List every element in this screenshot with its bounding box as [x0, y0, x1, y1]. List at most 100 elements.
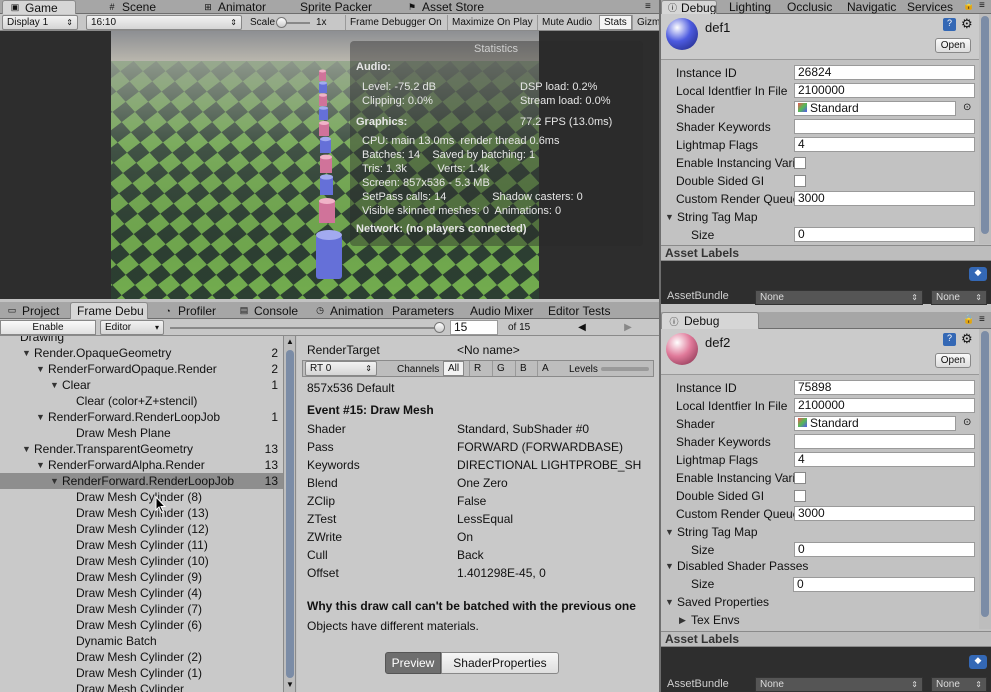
tab-audio-mixer[interactable]: Audio Mixer: [464, 302, 539, 319]
stats-toggle[interactable]: Stats: [599, 15, 632, 30]
object-picker-icon[interactable]: ⊙: [963, 417, 971, 428]
field-value[interactable]: 2100000: [794, 398, 975, 413]
checkbox[interactable]: [794, 175, 806, 187]
tree-row[interactable]: ▼ Clear 1: [0, 377, 283, 393]
string-tag-map-foldout[interactable]: ▼ String Tag Map: [665, 208, 758, 226]
tree-row[interactable]: Draw Mesh Cylinder: [0, 681, 283, 692]
help-icon[interactable]: ?: [943, 18, 956, 31]
channel-a-button[interactable]: A: [537, 361, 553, 376]
scale-slider-thumb[interactable]: [276, 17, 287, 28]
channel-r-button[interactable]: R: [469, 361, 485, 376]
tab-asset-store[interactable]: ⚑ Asset Store: [400, 0, 490, 14]
tree-row[interactable]: ▼ RenderForwardAlpha.Render 13: [0, 457, 283, 473]
enable-button[interactable]: Enable: [0, 320, 96, 335]
field-value[interactable]: [794, 434, 975, 449]
asset-labels-header[interactable]: Asset Labels: [661, 631, 991, 647]
frame-slider[interactable]: [170, 322, 445, 333]
field-value[interactable]: 4: [794, 137, 975, 152]
field-value[interactable]: 4: [794, 452, 975, 467]
prev-frame-button[interactable]: ◀: [572, 320, 592, 335]
foldout-arrow-icon[interactable]: ▼: [22, 348, 34, 358]
levels-slider[interactable]: [601, 367, 649, 371]
inspector1-scrollbar[interactable]: [979, 14, 991, 244]
scroll-down-icon[interactable]: ▼: [286, 680, 294, 689]
tree-row[interactable]: ▼ Render.TransparentGeometry 13: [0, 441, 283, 457]
tree-row[interactable]: Drawing: [0, 336, 283, 345]
label-tag-icon[interactable]: ◆: [969, 655, 987, 669]
tab-animation[interactable]: ◷ Animation: [308, 302, 389, 319]
channel-g-button[interactable]: G: [492, 361, 509, 376]
frame-debugger-toggle[interactable]: Frame Debugger On: [345, 15, 446, 30]
tree-row[interactable]: Draw Mesh Cylinder (4): [0, 585, 283, 601]
inspector2-scroll-thumb[interactable]: [981, 331, 989, 617]
asset-labels-header[interactable]: Asset Labels: [661, 245, 991, 261]
tab-animator[interactable]: ⊞ Animator: [196, 0, 272, 14]
inspector1-scroll-thumb[interactable]: [981, 16, 989, 234]
tree-row[interactable]: ▼ RenderForward.RenderLoopJob 1: [0, 409, 283, 425]
tab-debug[interactable]: ⓘ Debug: [661, 0, 717, 15]
tree-row[interactable]: ▼ RenderForwardOpaque.Render 2: [0, 361, 283, 377]
channel-b-button[interactable]: B: [515, 361, 531, 376]
tree-row[interactable]: Draw Mesh Cylinder (2): [0, 649, 283, 665]
preview-tab[interactable]: Preview: [385, 652, 441, 674]
scale-slider[interactable]: [276, 17, 310, 28]
tree-row[interactable]: Draw Mesh Plane: [0, 425, 283, 441]
field-value[interactable]: 2100000: [794, 83, 975, 98]
assetbundle-variant-select[interactable]: None ⇕: [931, 677, 987, 692]
tree-scrollbar[interactable]: ▲ ▼: [284, 336, 296, 692]
render-queue-input[interactable]: 3000: [794, 191, 975, 206]
help-icon[interactable]: ?: [943, 333, 956, 346]
object-picker-icon[interactable]: ⊙: [963, 102, 971, 113]
tree-row[interactable]: Draw Mesh Cylinder (7): [0, 601, 283, 617]
channel-all-button[interactable]: All: [443, 361, 465, 376]
mute-audio-toggle[interactable]: Mute Audio: [537, 15, 596, 30]
scroll-up-icon[interactable]: ▲: [286, 337, 294, 346]
foldout-arrow-icon[interactable]: ▼: [36, 412, 48, 422]
gizmos-toggle[interactable]: Gizm: [632, 15, 659, 30]
checkbox[interactable]: [794, 490, 806, 502]
tree-row[interactable]: Draw Mesh Cylinder (12): [0, 521, 283, 537]
foldout-arrow-icon[interactable]: ▼: [36, 460, 48, 470]
tree-row[interactable]: Draw Mesh Cylinder (1): [0, 665, 283, 681]
label-tag-icon[interactable]: ◆: [969, 267, 987, 281]
display-select[interactable]: Display 1 ⇕: [2, 15, 78, 30]
string-tag-map-foldout[interactable]: ▼ String Tag Map: [665, 523, 758, 541]
rt-select[interactable]: RT 0 ⇕: [305, 361, 377, 376]
tree-row[interactable]: Draw Mesh Cylinder (9): [0, 569, 283, 585]
saved-properties-foldout[interactable]: ▼ Saved Properties: [665, 593, 769, 611]
tab-editor-tests[interactable]: Editor Tests: [542, 302, 616, 319]
shader-properties-tab[interactable]: ShaderProperties: [441, 652, 559, 674]
tab-occlusion[interactable]: Occlusic: [781, 0, 838, 14]
menu-icon[interactable]: ≡: [645, 1, 651, 12]
tree-row[interactable]: Draw Mesh Cylinder (13): [0, 505, 283, 521]
lock-icon[interactable]: 🔒: [963, 314, 974, 325]
foldout-arrow-icon[interactable]: ▼: [36, 364, 48, 374]
open-button[interactable]: Open: [935, 353, 971, 368]
foldout-arrow-icon[interactable]: ▼: [50, 476, 62, 486]
tree-row[interactable]: Draw Mesh Cylinder (11): [0, 537, 283, 553]
tree-row[interactable]: Draw Mesh Cylinder (8): [0, 489, 283, 505]
tree-row[interactable]: Clear (color+Z+stencil): [0, 393, 283, 409]
size-input[interactable]: 0: [794, 227, 975, 242]
open-button[interactable]: Open: [935, 38, 971, 53]
menu-icon[interactable]: ≡: [979, 0, 985, 11]
inspector2-scrollbar[interactable]: [979, 329, 991, 629]
tex-envs-foldout[interactable]: ▶ Tex Envs: [679, 611, 740, 629]
gear-icon[interactable]: ⚙: [961, 16, 973, 32]
size-input[interactable]: 0: [794, 542, 975, 557]
tab-scene[interactable]: # Scene: [100, 0, 162, 14]
tree-row[interactable]: Dynamic Batch: [0, 633, 283, 649]
field-value[interactable]: 75898: [794, 380, 975, 395]
tree-row[interactable]: ▼ Render.OpaqueGeometry 2: [0, 345, 283, 361]
tree-row-selected[interactable]: ▼ RenderForward.RenderLoopJob 13: [0, 473, 283, 489]
tab-debug-2[interactable]: ⓘ Debug: [661, 312, 759, 329]
tab-sprite-packer[interactable]: Sprite Packer: [294, 0, 378, 14]
frame-number-input[interactable]: 15: [450, 320, 498, 335]
checkbox[interactable]: [794, 157, 806, 169]
disabled-shader-passes-foldout[interactable]: ▼ Disabled Shader Passes: [665, 557, 808, 575]
field-value[interactable]: Standard: [794, 101, 956, 116]
tree-scrollbar-thumb[interactable]: [286, 350, 294, 678]
frame-slider-thumb[interactable]: [434, 322, 445, 333]
checkbox[interactable]: [794, 472, 806, 484]
tab-profiler[interactable]: ◔ Profiler: [156, 302, 222, 319]
